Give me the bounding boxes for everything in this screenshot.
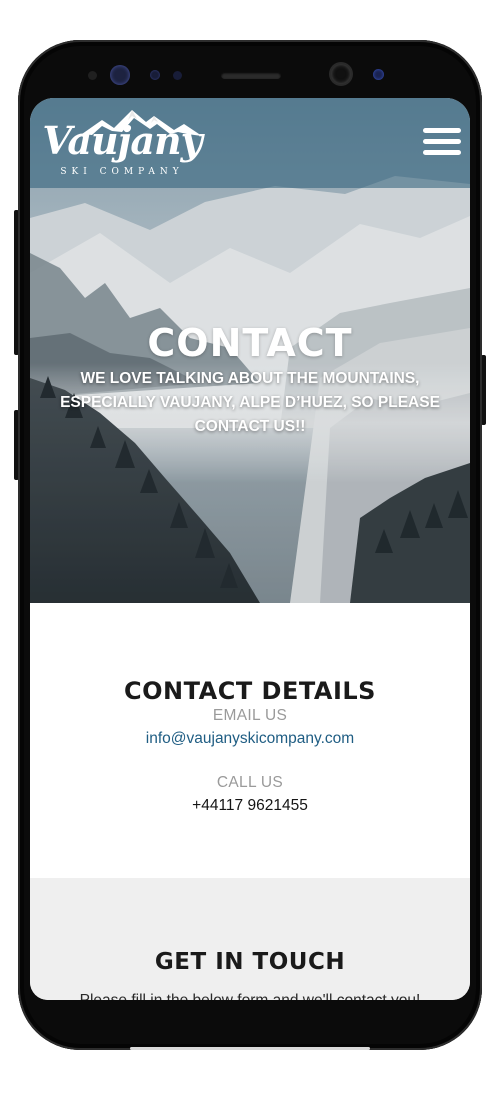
- phone-label: CALL US: [216, 774, 284, 791]
- iris-camera-icon: [373, 69, 384, 80]
- page-title: CONTACT: [147, 321, 353, 366]
- site-logo[interactable]: Vaujany SKI COMPANY: [42, 104, 203, 184]
- menu-bar-bottom: [423, 150, 461, 155]
- logo-name: Vaujany: [42, 118, 202, 163]
- iris-sensor-icon: [110, 65, 130, 85]
- front-camera-icon: [331, 64, 351, 84]
- proximity-sensor-icon: [150, 70, 160, 80]
- menu-bar-top: [423, 128, 461, 133]
- hero-description: WE LOVE TALKING ABOUT THE MOUNTAINS, ESP…: [60, 369, 440, 435]
- logo-subtitle: SKI COMPANY: [60, 167, 184, 177]
- hamburger-menu-icon[interactable]: [423, 126, 463, 158]
- contact-details-section: CONTACT DETAILS EMAIL US info@vaujanyski…: [30, 603, 470, 878]
- hero-section: Vaujany SKI COMPANY CONTACT WE LOVE TALK…: [30, 98, 470, 603]
- form-intro-text: Please fill in the below form and we'll …: [79, 991, 421, 1001]
- menu-bar-middle: [423, 139, 461, 144]
- get-in-touch-section: GET IN TOUCH Please fill in the below fo…: [30, 878, 470, 1000]
- sensor-icon: [88, 71, 97, 80]
- earpiece-speaker: [221, 72, 281, 79]
- site-header: Vaujany SKI COMPANY: [30, 98, 470, 188]
- phone-bottom-edge: [130, 1047, 370, 1050]
- get-in-touch-heading: GET IN TOUCH: [154, 949, 346, 976]
- light-sensor-icon: [173, 71, 182, 80]
- phone-number-link[interactable]: +44117 9621455: [30, 797, 470, 815]
- email-link[interactable]: info@vaujanyskicompany.com: [30, 730, 470, 748]
- email-label: EMAIL US: [212, 707, 288, 724]
- phone-screen: Vaujany SKI COMPANY CONTACT WE LOVE TALK…: [30, 98, 470, 1000]
- contact-details-heading: CONTACT DETAILS: [124, 676, 376, 705]
